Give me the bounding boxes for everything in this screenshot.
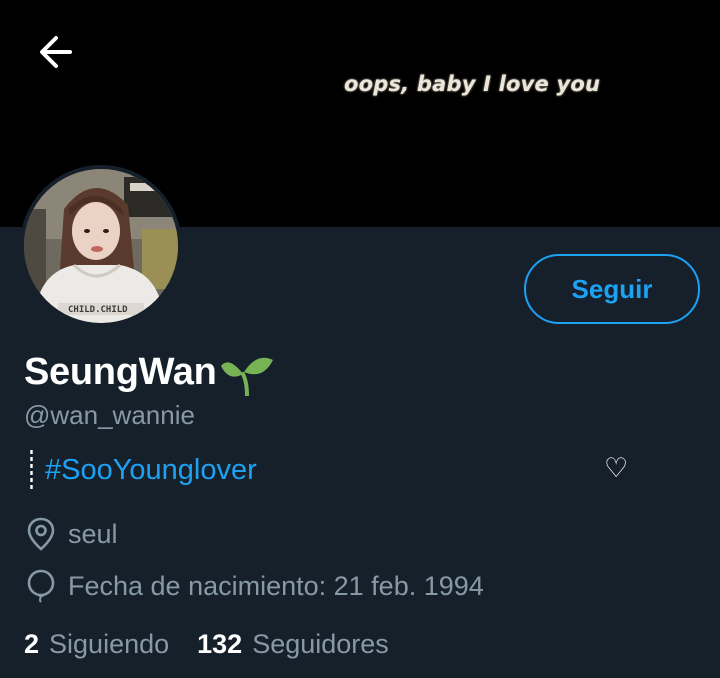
user-handle: @wan_wannie (24, 400, 195, 430)
followers-link[interactable]: 132 Seguidores (197, 629, 389, 660)
followers-count: 132 (197, 628, 243, 659)
following-count: 2 (24, 628, 40, 659)
follow-stats: 2 Siguiendo 132 Seguidores (24, 624, 389, 664)
banner-caption: oops, baby I love you (344, 72, 601, 96)
location-text: seul (68, 518, 118, 549)
follow-button[interactable]: Seguir (524, 254, 700, 324)
dashed-divider (30, 450, 33, 490)
avatar[interactable]: CHILD.CHILD (20, 165, 182, 327)
following-label: Siguiendo (49, 628, 170, 659)
avatar-shirt-text: CHILD.CHILD (68, 305, 128, 315)
arrow-left-icon (40, 36, 72, 68)
birthdate-text: Fecha de nacimiento: 21 feb. 1994 (68, 570, 484, 601)
seedling-icon (220, 357, 273, 396)
bio: #SooYounglover (30, 448, 257, 492)
location-pin-icon (27, 517, 55, 551)
display-name: SeungWan (24, 350, 217, 393)
followers-label: Seguidores (252, 628, 389, 659)
bio-hashtag-link[interactable]: #SooYounglover (45, 454, 257, 487)
following-link[interactable]: 2 Siguiendo (24, 629, 169, 660)
balloon-icon (27, 569, 55, 603)
name-row: SeungWan (24, 348, 275, 396)
birthdate-row: Fecha de nacimiento: 21 feb. 1994 (26, 566, 484, 606)
avatar-photo: CHILD.CHILD (24, 169, 178, 323)
heart-symbol: ♡ (604, 453, 629, 483)
location-row: seul (26, 514, 118, 554)
back-button[interactable] (34, 30, 78, 74)
